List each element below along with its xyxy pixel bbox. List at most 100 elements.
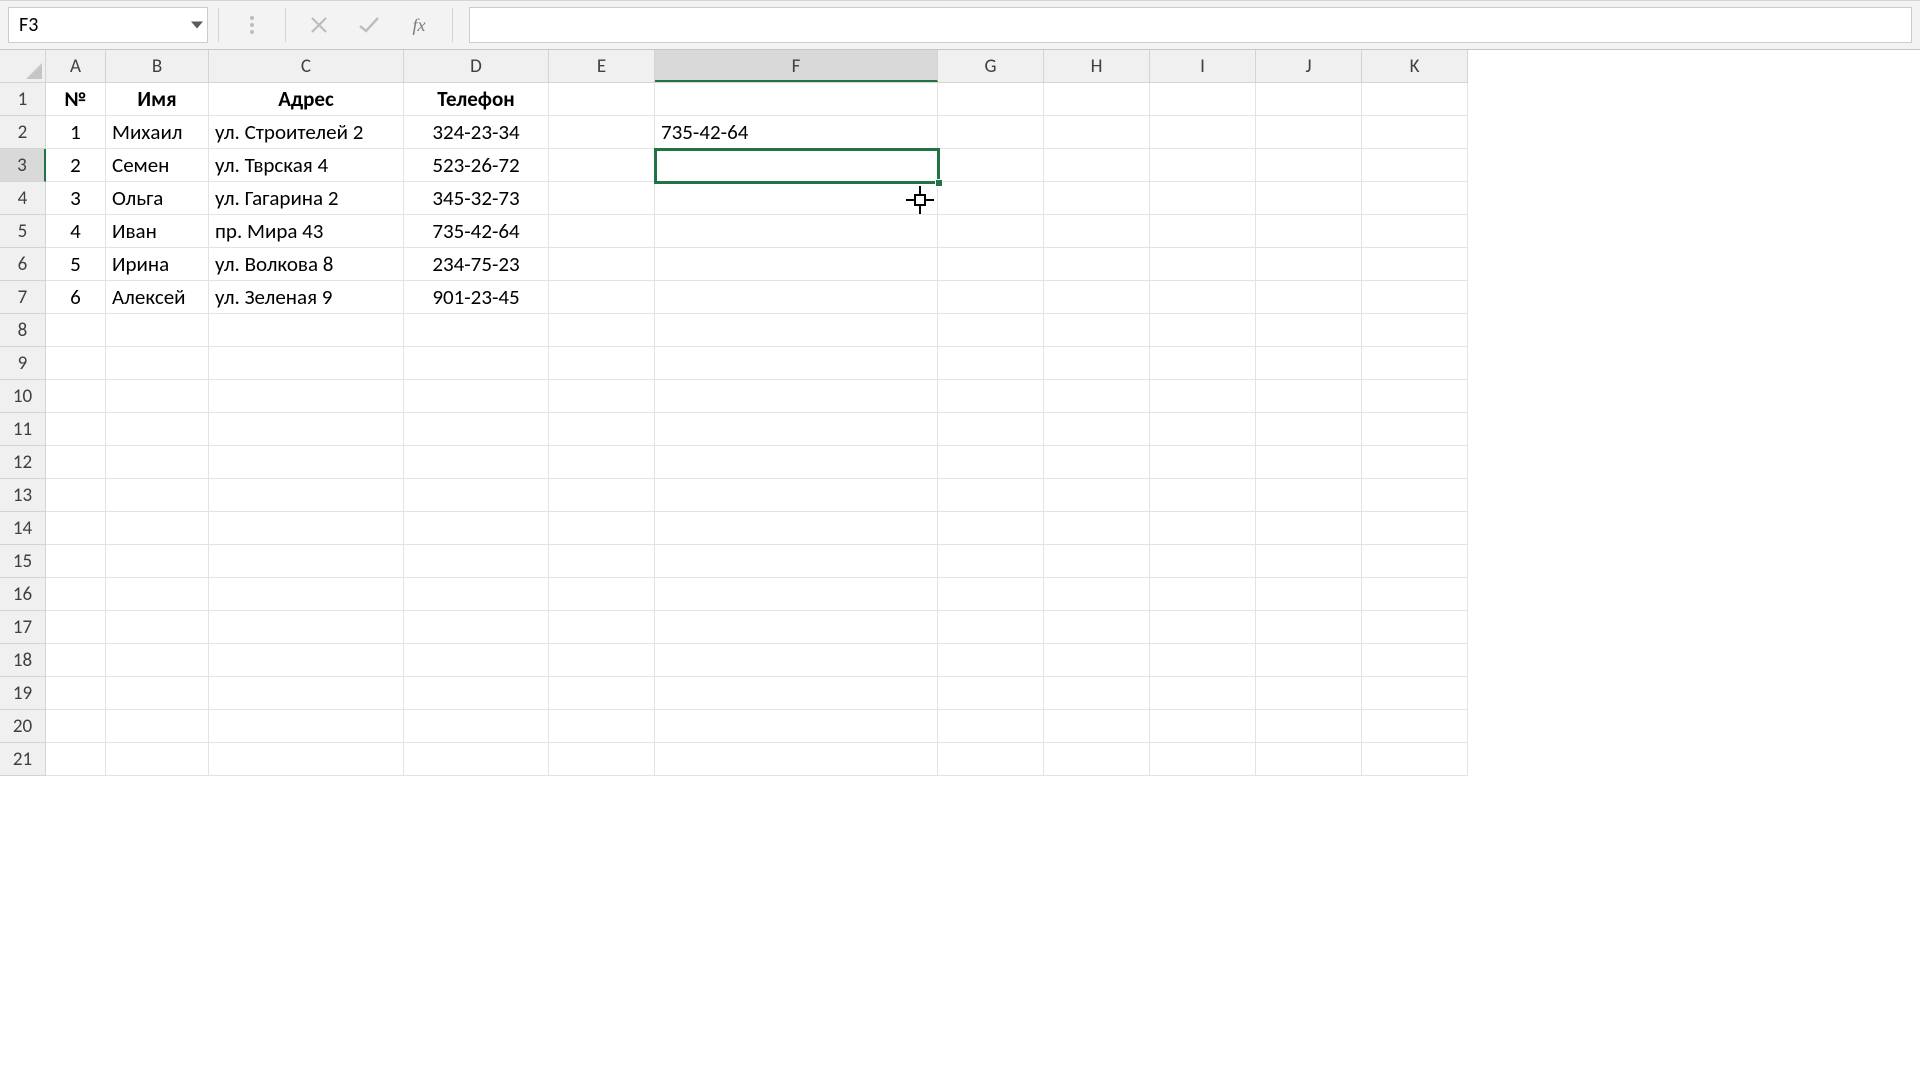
cell-A3[interactable]: 2: [46, 149, 106, 182]
cell-B2[interactable]: Михаил: [106, 116, 209, 149]
cell-I16[interactable]: [1150, 578, 1256, 611]
cell-F18[interactable]: [655, 644, 938, 677]
cell-B15[interactable]: [106, 545, 209, 578]
cell-I8[interactable]: [1150, 314, 1256, 347]
cell-K14[interactable]: [1362, 512, 1468, 545]
cell-K13[interactable]: [1362, 479, 1468, 512]
cell-B12[interactable]: [106, 446, 209, 479]
cell-B17[interactable]: [106, 611, 209, 644]
row-header-10[interactable]: 10: [0, 380, 46, 413]
cell-I14[interactable]: [1150, 512, 1256, 545]
cell-B10[interactable]: [106, 380, 209, 413]
cell-I18[interactable]: [1150, 644, 1256, 677]
cell-J15[interactable]: [1256, 545, 1362, 578]
cell-H20[interactable]: [1044, 710, 1150, 743]
cell-J10[interactable]: [1256, 380, 1362, 413]
col-header-E[interactable]: E: [549, 50, 655, 82]
cell-E20[interactable]: [549, 710, 655, 743]
cell-K21[interactable]: [1362, 743, 1468, 776]
cell-H21[interactable]: [1044, 743, 1150, 776]
cell-G3[interactable]: [938, 149, 1044, 182]
col-header-J[interactable]: J: [1256, 50, 1362, 82]
cancel-button[interactable]: [296, 7, 342, 43]
cell-J14[interactable]: [1256, 512, 1362, 545]
col-header-B[interactable]: B: [106, 50, 209, 82]
cell-B1[interactable]: Имя: [106, 83, 209, 116]
cell-D10[interactable]: [404, 380, 549, 413]
cell-K6[interactable]: [1362, 248, 1468, 281]
row-header-3[interactable]: 3: [0, 149, 46, 182]
col-header-D[interactable]: D: [404, 50, 549, 82]
cell-A16[interactable]: [46, 578, 106, 611]
cell-H13[interactable]: [1044, 479, 1150, 512]
cell-G17[interactable]: [938, 611, 1044, 644]
cell-F6[interactable]: [655, 248, 938, 281]
cell-E6[interactable]: [549, 248, 655, 281]
cell-K17[interactable]: [1362, 611, 1468, 644]
row-header-14[interactable]: 14: [0, 512, 46, 545]
cell-D12[interactable]: [404, 446, 549, 479]
cell-H19[interactable]: [1044, 677, 1150, 710]
cell-C20[interactable]: [209, 710, 404, 743]
cell-K2[interactable]: [1362, 116, 1468, 149]
cell-A11[interactable]: [46, 413, 106, 446]
cell-E1[interactable]: [549, 83, 655, 116]
cell-D18[interactable]: [404, 644, 549, 677]
cell-F19[interactable]: [655, 677, 938, 710]
cell-J7[interactable]: [1256, 281, 1362, 314]
cell-J17[interactable]: [1256, 611, 1362, 644]
cell-K19[interactable]: [1362, 677, 1468, 710]
cell-G15[interactable]: [938, 545, 1044, 578]
cell-D13[interactable]: [404, 479, 549, 512]
cell-G13[interactable]: [938, 479, 1044, 512]
cell-J21[interactable]: [1256, 743, 1362, 776]
cell-G6[interactable]: [938, 248, 1044, 281]
cell-I13[interactable]: [1150, 479, 1256, 512]
cell-G18[interactable]: [938, 644, 1044, 677]
cell-F8[interactable]: [655, 314, 938, 347]
cell-A13[interactable]: [46, 479, 106, 512]
cell-A15[interactable]: [46, 545, 106, 578]
cell-H6[interactable]: [1044, 248, 1150, 281]
cell-B3[interactable]: Семен: [106, 149, 209, 182]
cell-B4[interactable]: Ольга: [106, 182, 209, 215]
cell-E16[interactable]: [549, 578, 655, 611]
row-header-18[interactable]: 18: [0, 644, 46, 677]
cell-A5[interactable]: 4: [46, 215, 106, 248]
cell-I15[interactable]: [1150, 545, 1256, 578]
cell-E8[interactable]: [549, 314, 655, 347]
cell-I21[interactable]: [1150, 743, 1256, 776]
cell-F2[interactable]: 735-42-64: [655, 116, 938, 149]
cell-G16[interactable]: [938, 578, 1044, 611]
cell-H4[interactable]: [1044, 182, 1150, 215]
cell-I17[interactable]: [1150, 611, 1256, 644]
cell-E7[interactable]: [549, 281, 655, 314]
cell-A6[interactable]: 5: [46, 248, 106, 281]
cell-K16[interactable]: [1362, 578, 1468, 611]
cell-C4[interactable]: ул. Гагарина 2: [209, 182, 404, 215]
cell-G1[interactable]: [938, 83, 1044, 116]
cell-G11[interactable]: [938, 413, 1044, 446]
cell-A21[interactable]: [46, 743, 106, 776]
cell-F13[interactable]: [655, 479, 938, 512]
cell-J6[interactable]: [1256, 248, 1362, 281]
cell-C11[interactable]: [209, 413, 404, 446]
cell-G12[interactable]: [938, 446, 1044, 479]
cell-B14[interactable]: [106, 512, 209, 545]
cell-J20[interactable]: [1256, 710, 1362, 743]
cell-H16[interactable]: [1044, 578, 1150, 611]
cell-B19[interactable]: [106, 677, 209, 710]
cell-C9[interactable]: [209, 347, 404, 380]
cell-F20[interactable]: [655, 710, 938, 743]
cell-C21[interactable]: [209, 743, 404, 776]
cell-K12[interactable]: [1362, 446, 1468, 479]
cell-A19[interactable]: [46, 677, 106, 710]
cell-A2[interactable]: 1: [46, 116, 106, 149]
cell-G2[interactable]: [938, 116, 1044, 149]
col-header-I[interactable]: I: [1150, 50, 1256, 82]
cell-K10[interactable]: [1362, 380, 1468, 413]
row-header-5[interactable]: 5: [0, 215, 46, 248]
cell-B9[interactable]: [106, 347, 209, 380]
cell-E13[interactable]: [549, 479, 655, 512]
cell-I1[interactable]: [1150, 83, 1256, 116]
